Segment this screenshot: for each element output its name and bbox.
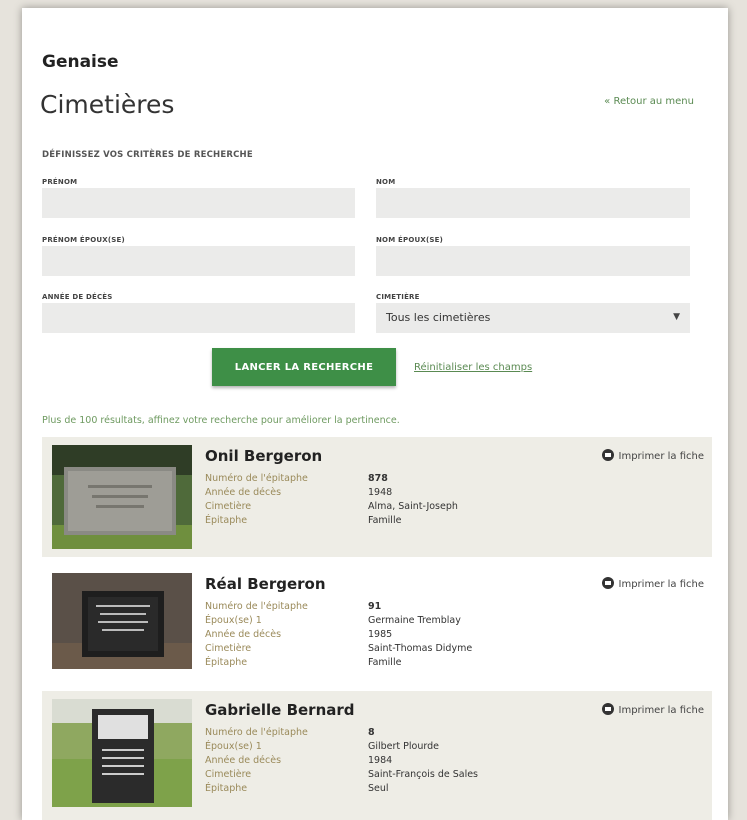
tombstone-photo xyxy=(52,573,192,669)
field-value: 91 xyxy=(368,601,382,612)
cimetiere-selected-value: Tous les cimetières xyxy=(386,311,491,324)
field-value: Saint-Thomas Didyme xyxy=(368,643,473,654)
print-label: Imprimer la fiche xyxy=(618,579,704,590)
field-label: Épitaphe xyxy=(205,657,248,668)
field-value: Seul xyxy=(368,783,389,794)
chevron-down-icon: ▼ xyxy=(673,312,680,322)
field-value: Germaine Tremblay xyxy=(368,615,461,626)
field-label: Numéro de l'épitaphe xyxy=(205,473,308,484)
cimetiere-select[interactable]: Tous les cimetières ▼ xyxy=(376,303,690,333)
result-item: Onil Bergeron Imprimer la fiche Numéro d… xyxy=(42,437,712,557)
nom-input[interactable] xyxy=(376,188,690,218)
printer-icon xyxy=(601,703,614,715)
reset-fields-link[interactable]: Réinitialiser les champs xyxy=(414,362,532,373)
field-label: Numéro de l'épitaphe xyxy=(205,727,308,738)
field-label: Cimetière xyxy=(205,769,252,780)
field-label: Épitaphe xyxy=(205,515,248,526)
field-value: Famille xyxy=(368,515,402,526)
prenom-epoux-label: PRÉNOM ÉPOUX(SE) xyxy=(42,236,125,244)
print-record-button[interactable]: Imprimer la fiche xyxy=(601,577,704,590)
page-title: Cimetières xyxy=(40,90,175,119)
annee-deces-label: ANNÉE DE DÉCÈS xyxy=(42,293,113,301)
field-value: Gilbert Plourde xyxy=(368,741,439,752)
field-value: 878 xyxy=(368,473,388,484)
result-name: Réal Bergeron xyxy=(205,575,326,593)
back-to-menu-link[interactable]: « Retour au menu xyxy=(604,96,694,107)
nom-epoux-input[interactable] xyxy=(376,246,690,276)
field-label: Année de décès xyxy=(205,755,282,766)
field-value: Saint-François de Sales xyxy=(368,769,479,780)
print-label: Imprimer la fiche xyxy=(618,705,704,716)
printer-icon xyxy=(601,577,614,589)
prenom-input[interactable] xyxy=(42,188,355,218)
result-item: Gabrielle Bernard Imprimer la fiche Numé… xyxy=(42,691,712,820)
field-label: Année de décès xyxy=(205,487,282,498)
field-label: Époux(se) 1 xyxy=(205,615,262,626)
print-label: Imprimer la fiche xyxy=(618,451,704,462)
field-label: Année de décès xyxy=(205,629,282,640)
cimetiere-label: CIMETIÈRE xyxy=(376,293,420,301)
nom-epoux-label: NOM ÉPOUX(SE) xyxy=(376,236,443,244)
field-label: Époux(se) 1 xyxy=(205,741,262,752)
field-value: Alma, Saint-Joseph xyxy=(368,501,458,512)
result-item: Réal Bergeron Imprimer la fiche Numéro d… xyxy=(42,565,712,691)
search-button[interactable]: LANCER LA RECHERCHE xyxy=(212,348,396,386)
tombstone-photo xyxy=(52,699,192,807)
result-name: Onil Bergeron xyxy=(205,447,323,465)
page-card: Genaise Cimetières « Retour au menu DÉFI… xyxy=(22,8,728,820)
printer-icon xyxy=(601,449,614,461)
field-label: Numéro de l'épitaphe xyxy=(205,601,308,612)
field-label: Épitaphe xyxy=(205,783,248,794)
prenom-epoux-input[interactable] xyxy=(42,246,355,276)
field-value: 1984 xyxy=(368,755,393,766)
field-value: Famille xyxy=(368,657,402,668)
print-record-button[interactable]: Imprimer la fiche xyxy=(601,703,704,716)
print-record-button[interactable]: Imprimer la fiche xyxy=(601,449,704,462)
field-value: 1985 xyxy=(368,629,393,640)
field-value: 8 xyxy=(368,727,375,738)
annee-deces-input[interactable] xyxy=(42,303,355,333)
field-value: 1948 xyxy=(368,487,393,498)
result-name: Gabrielle Bernard xyxy=(205,701,355,719)
search-criteria-heading: DÉFINISSEZ VOS CRITÈRES DE RECHERCHE xyxy=(42,150,253,160)
tombstone-photo xyxy=(52,445,192,549)
field-label: Cimetière xyxy=(205,643,252,654)
results-notice: Plus de 100 résultats, affinez votre rec… xyxy=(42,415,400,426)
prenom-label: PRÉNOM xyxy=(42,178,78,186)
site-title: Genaise xyxy=(42,52,119,72)
field-label: Cimetière xyxy=(205,501,252,512)
nom-label: NOM xyxy=(376,178,396,186)
